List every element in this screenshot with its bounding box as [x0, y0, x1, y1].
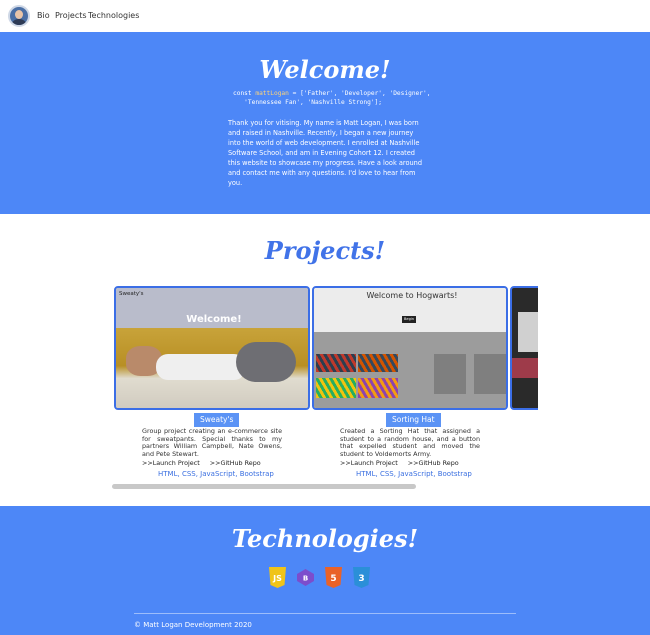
- hero-title: Welcome!: [259, 55, 391, 84]
- launch-project-link[interactable]: >>Launch Project: [142, 459, 200, 467]
- project-tech-list: HTML, CSS, JavaScript, Bootstrap: [356, 470, 472, 478]
- nav-link-technologies[interactable]: Technologies: [88, 11, 139, 20]
- footer-copyright: © Matt Logan Development 2020: [134, 621, 252, 629]
- project-name-sorting-hat[interactable]: Sorting Hat: [386, 413, 441, 427]
- project-name-sweatys[interactable]: Sweaty's: [194, 413, 240, 427]
- github-repo-link[interactable]: >>GitHub Repo: [408, 459, 459, 467]
- launch-project-link[interactable]: >>Launch Project: [340, 459, 398, 467]
- hero-section: Welcome! const mattLogan = ['Father', 'D…: [0, 32, 650, 233]
- tech-link-css[interactable]: CSS: [380, 470, 394, 478]
- footer-divider: [134, 613, 516, 614]
- projects-title: Projects!: [264, 236, 386, 265]
- tech-link-bootstrap[interactable]: Bootstrap: [438, 470, 472, 478]
- project-screenshot-sorting-hat[interactable]: Welcome to Hogwarts! Begin: [312, 286, 508, 410]
- project-links: >>Launch Project >>GitHub Repo: [340, 459, 469, 467]
- nav-link-bio[interactable]: Bio: [37, 11, 50, 20]
- svg-text:B: B: [303, 575, 308, 583]
- svg-text:JS: JS: [272, 574, 282, 583]
- project-tech-list: HTML, CSS, JavaScript, Bootstrap: [158, 470, 274, 478]
- tech-link-javascript[interactable]: JavaScript: [200, 470, 235, 478]
- css3-icon: 3: [352, 567, 371, 588]
- technology-icons: JS B 5 3: [268, 567, 371, 588]
- tech-link-html[interactable]: HTML: [356, 470, 375, 478]
- project-card-sorting-hat: Welcome to Hogwarts! Begin Sorting Hat C…: [312, 286, 508, 478]
- avatar[interactable]: [8, 5, 30, 27]
- tech-link-javascript[interactable]: JavaScript: [398, 470, 433, 478]
- technologies-title: Technologies!: [231, 524, 419, 553]
- javascript-icon: JS: [268, 567, 287, 588]
- github-repo-link[interactable]: >>GitHub Repo: [210, 459, 261, 467]
- projects-section: Projects! Sweaty's Welcome! Sweaty's Gro…: [0, 214, 650, 506]
- svg-text:3: 3: [358, 574, 364, 584]
- project-screenshot-partial[interactable]: [510, 286, 538, 410]
- carousel-scrollbar[interactable]: [112, 484, 416, 489]
- project-carousel[interactable]: Sweaty's Welcome! Sweaty's Group project…: [112, 286, 538, 488]
- html5-icon: 5: [324, 567, 343, 588]
- svg-text:5: 5: [330, 574, 336, 584]
- project-description: Created a Sorting Hat that assigned a st…: [340, 427, 480, 458]
- top-nav: Bio Projects Technologies: [0, 0, 650, 32]
- project-screenshot-sweatys[interactable]: Sweaty's Welcome!: [114, 286, 310, 410]
- intro-text: Thank you for vitising. My name is Matt …: [228, 119, 423, 187]
- project-card-sweatys: Sweaty's Welcome! Sweaty's Group project…: [114, 286, 310, 478]
- code-snippet: const mattLogan = ['Father', 'Developer'…: [233, 90, 431, 106]
- tech-link-bootstrap[interactable]: Bootstrap: [240, 470, 274, 478]
- technologies-section: Technologies! JS B 5 3 © Matt Logan Deve…: [0, 506, 650, 635]
- tech-link-html[interactable]: HTML: [158, 470, 177, 478]
- project-description: Group project creating an e-commerce sit…: [142, 427, 282, 458]
- project-card-partial: [510, 286, 538, 410]
- project-links: >>Launch Project >>GitHub Repo: [142, 459, 271, 467]
- tech-link-css[interactable]: CSS: [182, 470, 196, 478]
- bootstrap-icon: B: [296, 567, 315, 588]
- nav-link-projects[interactable]: Projects: [55, 11, 87, 20]
